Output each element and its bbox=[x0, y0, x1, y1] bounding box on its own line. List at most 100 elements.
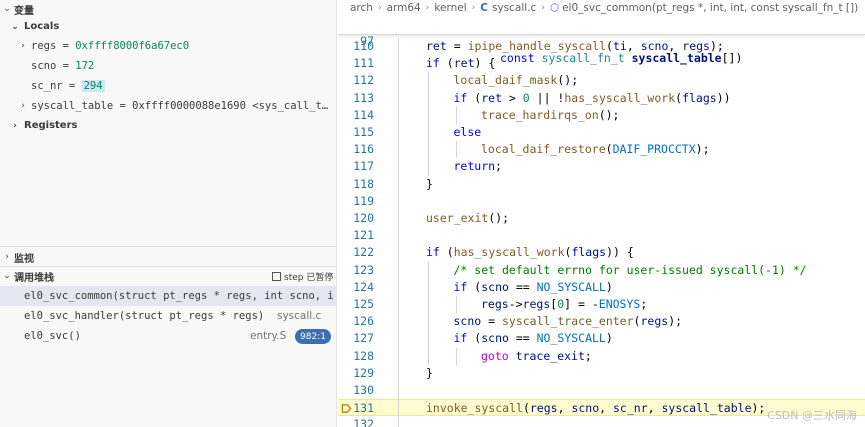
indent-guide bbox=[455, 141, 457, 159]
chevron-right-icon: › bbox=[425, 3, 430, 13]
callstack-header-label: 调用堆栈 bbox=[14, 272, 54, 284]
line-number: 120 bbox=[353, 211, 374, 225]
indent-guide bbox=[428, 261, 429, 365]
code-text: if (scno == NO_SYSCALL) bbox=[453, 279, 613, 294]
code-line[interactable]: 119 bbox=[338, 193, 865, 210]
watch-section-header[interactable]: › 监视 bbox=[0, 248, 336, 266]
current-execution-arrow-icon bbox=[341, 404, 352, 414]
code-line[interactable]: 121 bbox=[338, 227, 865, 244]
locals-label: Locals bbox=[24, 21, 60, 32]
code-line[interactable]: 116 local_daif_restore(DAIF_PROCCTX); bbox=[338, 141, 865, 158]
line-number: 124 bbox=[353, 279, 374, 294]
code-line[interactable]: 114 trace_hardirqs_on(); bbox=[338, 107, 865, 124]
breadcrumb-folder[interactable]: arch bbox=[350, 2, 373, 14]
code-line[interactable]: 123 /* set default errno for user-issued … bbox=[338, 262, 865, 279]
watch-header-label: 监视 bbox=[14, 253, 34, 265]
variables-header-label: 变量 bbox=[14, 5, 34, 17]
code-line[interactable]: 115 else bbox=[338, 124, 865, 141]
code-line[interactable]: 122 if (has_syscall_work(flags)) { bbox=[338, 244, 865, 261]
code-line[interactable]: 128 goto trace_exit; bbox=[338, 348, 865, 365]
code-editor[interactable]: arch › arm64 › kernel › C syscall.c › ⬡ … bbox=[338, 0, 865, 427]
code-text: } bbox=[426, 365, 433, 380]
line-number: 119 bbox=[353, 193, 374, 208]
line-number: 123 bbox=[353, 262, 374, 277]
chevron-right-icon: › bbox=[21, 100, 25, 111]
line-number: 127 bbox=[353, 331, 374, 346]
sticky-scroll-header[interactable]: 97 const syscall_fn_t syscall_table[]) bbox=[338, 16, 865, 65]
variable-value: 0xffff8000f6a67ec0 bbox=[75, 39, 190, 52]
locals-scope[interactable]: ⌄ Locals bbox=[0, 17, 336, 36]
code-text: trace_hardirqs_on(); bbox=[481, 107, 620, 122]
code-line[interactable]: 126 scno = syscall_trace_enter(regs); bbox=[338, 313, 865, 330]
code-text: local_daif_restore(DAIF_PROCCTX); bbox=[481, 142, 710, 157]
code-text: if (scno == NO_SYSCALL) bbox=[453, 331, 613, 346]
variable-name: regs bbox=[31, 39, 57, 52]
code-text: } bbox=[426, 176, 433, 191]
indent-guide bbox=[455, 347, 457, 365]
debug-sidebar: ⌄ 变量 ⌄ Locals › regs = 0xffff8000f6a67ec… bbox=[0, 0, 337, 427]
code-text: regs->regs[0] = -ENOSYS; bbox=[481, 297, 648, 311]
c-file-icon: C bbox=[480, 2, 488, 14]
line-number: 118 bbox=[353, 176, 374, 191]
breadcrumb-folder[interactable]: arm64 bbox=[387, 2, 421, 14]
code-line[interactable]: 130 bbox=[338, 382, 865, 399]
code-line[interactable]: 124 if (scno == NO_SYSCALL) bbox=[338, 279, 865, 296]
equals-sign: = bbox=[56, 59, 76, 72]
frame-file: syscall.c bbox=[277, 310, 322, 322]
variable-row-sc-nr[interactable]: sc_nr = 294 bbox=[0, 76, 336, 95]
line-number: 117 bbox=[353, 159, 374, 174]
code-line[interactable]: 113 if (ret > 0 || !has_syscall_work(flag… bbox=[338, 90, 865, 107]
line-number: 129 bbox=[353, 365, 374, 380]
code-line: 97 const syscall_fn_t syscall_table[]) bbox=[338, 16, 865, 65]
frame-function: el0_svc() bbox=[24, 330, 81, 342]
registers-scope[interactable]: › Registers bbox=[0, 116, 336, 135]
callstack-frame[interactable]: el0_svc_common(struct pt_regs * regs, in… bbox=[0, 286, 336, 306]
callstack-section-header[interactable]: ⌄ 调用堆栈 step 已暂停 bbox=[0, 267, 336, 285]
chevron-right-icon: › bbox=[5, 252, 9, 262]
breadcrumb-file[interactable]: syscall.c bbox=[492, 2, 536, 14]
code-line[interactable]: 118} bbox=[338, 176, 865, 193]
callstack-frame[interactable]: el0_svc_handler(struct pt_regs * regs) s… bbox=[0, 306, 336, 326]
variable-row-regs[interactable]: › regs = 0xffff8000f6a67ec0 bbox=[0, 36, 336, 55]
equals-sign: = bbox=[56, 39, 76, 52]
variable-row-syscall-table[interactable]: › syscall_table = 0xffff0000088e1690 <sy… bbox=[0, 96, 336, 115]
chevron-down-icon: ⌄ bbox=[3, 271, 11, 281]
indent-guide bbox=[455, 296, 457, 314]
line-position-badge: 982:1 bbox=[295, 329, 331, 344]
code-line[interactable]: 117 return; bbox=[338, 158, 865, 175]
code-text: goto trace_exit; bbox=[481, 348, 592, 363]
code-line[interactable]: 112 local_daif_mask(); bbox=[338, 72, 865, 89]
callstack-frame[interactable]: el0_svc() entry.S 982:1 bbox=[0, 326, 336, 346]
code-text: /* set default errno for user-issued sys… bbox=[453, 262, 807, 277]
variables-section-header[interactable]: ⌄ 变量 bbox=[0, 0, 336, 18]
frame-file: entry.S bbox=[250, 330, 287, 342]
code-line[interactable]: 129} bbox=[338, 365, 865, 382]
code-text: local_daif_mask(); bbox=[453, 73, 579, 88]
section-divider bbox=[0, 246, 336, 247]
breadcrumb-symbol[interactable]: el0_svc_common(pt_regs *, int, int, cons… bbox=[562, 2, 858, 14]
function-symbol-icon: ⬡ bbox=[549, 2, 560, 14]
chevron-down-icon: ⌄ bbox=[11, 21, 19, 32]
code-line[interactable]: 120 user_exit(); bbox=[338, 210, 865, 227]
breadcrumb-folder[interactable]: kernel bbox=[434, 2, 466, 14]
variable-value: 172 bbox=[75, 59, 95, 72]
variable-value: 0xffff0000088e1690 <sys_call_t… bbox=[132, 99, 329, 112]
code-line[interactable]: 127 if (scno == NO_SYSCALL) bbox=[338, 330, 865, 347]
equals-sign: = bbox=[62, 79, 82, 92]
code-line[interactable]: 125 regs->regs[0] = -ENOSYS; bbox=[338, 296, 865, 313]
line-number: 112 bbox=[353, 73, 374, 88]
code-line[interactable]: 110 ret = ipipe_handle_syscall(ti, scno, … bbox=[338, 38, 865, 55]
code-text: ret = ipipe_handle_syscall(ti, scno, reg… bbox=[426, 39, 724, 53]
code-text: if (has_syscall_work(flags)) { bbox=[426, 245, 634, 260]
line-number: 113 bbox=[353, 90, 374, 105]
variable-row-scno[interactable]: scno = 172 bbox=[0, 56, 336, 75]
chevron-down-icon: ⌄ bbox=[3, 4, 11, 14]
line-number: 121 bbox=[353, 228, 374, 243]
indent-guide bbox=[428, 72, 429, 176]
paused-label: step 已暂停 bbox=[284, 272, 334, 283]
line-number: 110 bbox=[353, 39, 374, 53]
code-line[interactable]: 111 if (ret) { bbox=[338, 55, 865, 72]
line-number: 132 bbox=[353, 417, 374, 427]
code-text: if (ret > 0 || !has_syscall_work(flags)) bbox=[453, 90, 731, 105]
code-text: return; bbox=[453, 159, 502, 174]
